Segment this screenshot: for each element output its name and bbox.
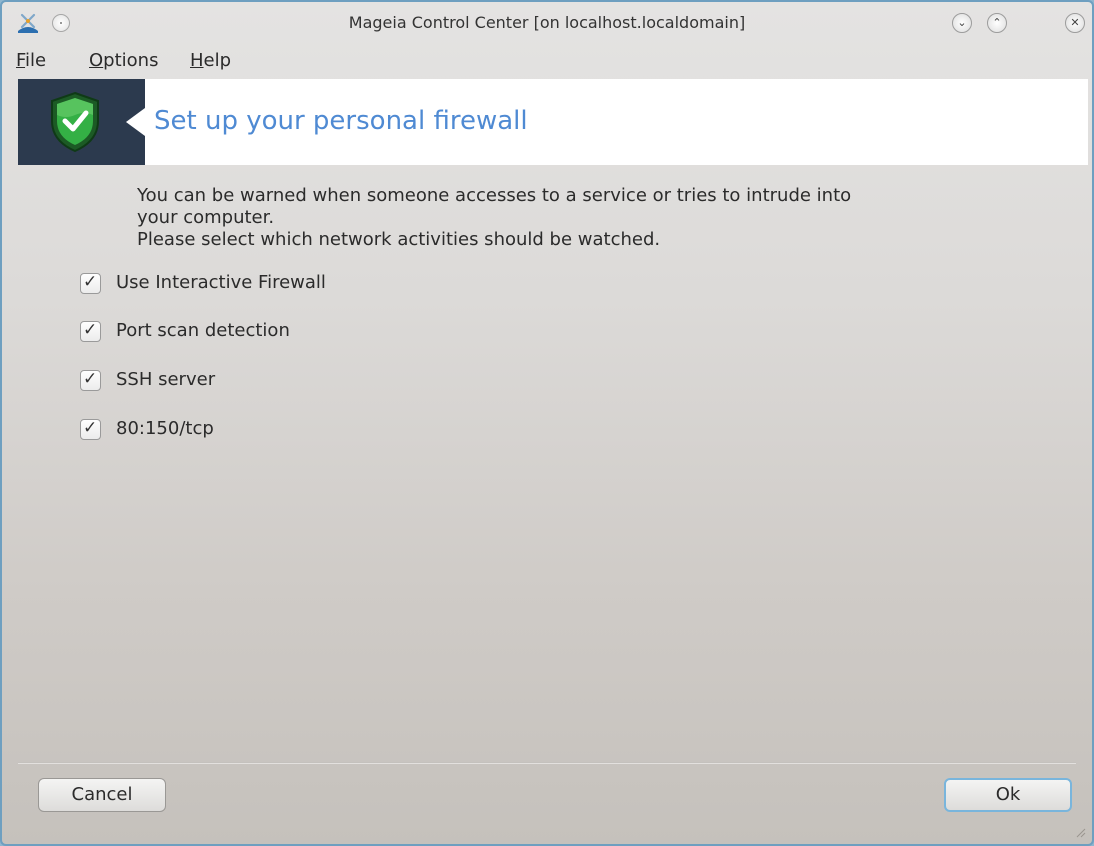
description-line-3: Please select which network activities s… <box>137 229 661 250</box>
menu-file-label: ile <box>25 50 47 71</box>
banner-notch <box>126 108 145 136</box>
checkbox-port-scan-detection[interactable] <box>80 320 101 342</box>
menu-help-label: elp <box>203 50 232 71</box>
menu-options-label: ptions <box>103 50 159 71</box>
checkbox-interactive-firewall[interactable] <box>80 272 101 294</box>
checkbox-port-80-150-tcp[interactable] <box>80 418 101 440</box>
description-line-1: You can be warned when someone accesses … <box>137 185 852 206</box>
checkbox-ssh-server[interactable] <box>80 369 101 391</box>
title-bar[interactable]: Mageia Control Center [on localhost.loca… <box>2 2 1092 44</box>
option-label: Use Interactive Firewall <box>116 272 326 293</box>
menu-help[interactable]: Help <box>190 50 231 71</box>
button-separator <box>18 762 1076 764</box>
menu-help-mnemonic: H <box>190 50 204 71</box>
maximize-button[interactable]: ⌃ <box>987 13 1007 33</box>
menu-file[interactable]: File <box>16 50 46 71</box>
option-label: Port scan detection <box>116 320 290 341</box>
description-text: You can be warned when someone accesses … <box>137 185 957 251</box>
menu-bar: File Options Help <box>2 44 1092 78</box>
resize-grip-icon[interactable] <box>1076 828 1086 838</box>
menu-options[interactable]: Options <box>89 50 158 71</box>
cancel-button[interactable]: Cancel <box>38 778 166 812</box>
close-button[interactable]: ✕ <box>1065 13 1085 33</box>
minimize-button[interactable]: ⌄ <box>952 13 972 33</box>
ok-button[interactable]: Ok <box>944 778 1072 812</box>
option-label: SSH server <box>116 369 216 390</box>
page-title: Set up your personal firewall <box>154 106 528 136</box>
option-label: 80:150/tcp <box>116 418 214 439</box>
shield-check-icon <box>51 91 99 153</box>
menu-options-mnemonic: O <box>89 50 104 71</box>
header-banner: Set up your personal firewall <box>18 79 1088 165</box>
menu-file-mnemonic: F <box>16 50 26 71</box>
description-line-2: your computer. <box>137 207 275 228</box>
window-title: Mageia Control Center [on localhost.loca… <box>348 13 746 32</box>
app-window: Mageia Control Center [on localhost.loca… <box>0 0 1094 846</box>
